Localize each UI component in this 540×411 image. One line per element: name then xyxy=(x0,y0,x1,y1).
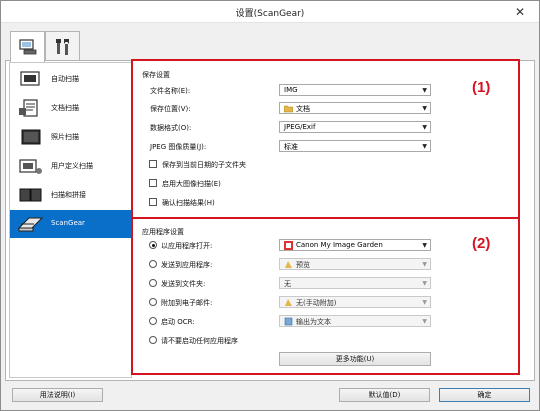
chevron-down-icon[interactable]: ▼ xyxy=(422,242,427,249)
title-bar: 设置(ScanGear) ✕ xyxy=(1,1,539,23)
send-to-folder-radio[interactable] xyxy=(149,279,157,287)
start-ocr-label: 启动 OCR: xyxy=(161,318,195,326)
application-settings-group: 应用程序设置 (2) 以应用程序打开: Canon My Image Garde… xyxy=(131,217,520,375)
subfolder-date-label: 保存到当前日期的子文件夹 xyxy=(162,161,246,169)
sidebar-item-custom-scan[interactable]: 用户定义扫描 xyxy=(10,152,131,180)
send-to-app-label: 发送到应用程序: xyxy=(161,261,213,269)
jpeg-quality-label: JPEG 图像质量(J): xyxy=(150,143,207,151)
data-format-value: JPEG/Exif xyxy=(284,123,316,131)
chevron-down-icon[interactable]: ▼ xyxy=(422,261,427,268)
sidebar-item-label: 扫描和拼接 xyxy=(51,191,86,199)
chevron-down-icon[interactable]: ▼ xyxy=(422,105,427,112)
file-name-value: IMG xyxy=(284,86,298,94)
more-functions-button[interactable]: 更多功能(U) xyxy=(279,352,431,366)
folder-icon xyxy=(284,105,293,113)
chevron-down-icon[interactable]: ▼ xyxy=(422,299,427,306)
tab-scan-settings[interactable] xyxy=(10,31,45,62)
defaults-button[interactable]: 默认值(D) xyxy=(339,388,430,402)
application-settings-title: 应用程序设置 xyxy=(142,228,184,236)
save-in-value: 文档 xyxy=(296,105,310,113)
scan-stitch-icon xyxy=(19,188,42,202)
instructions-button[interactable]: 用法说明(I) xyxy=(12,388,103,402)
attach-email-label: 附加到电子邮件: xyxy=(161,299,213,307)
sidebar-item-label: 用户定义扫描 xyxy=(51,162,93,170)
confirm-results-checkbox[interactable] xyxy=(149,198,157,206)
tab-strip xyxy=(10,31,80,62)
chevron-down-icon[interactable]: ▼ xyxy=(422,318,427,325)
document-scan-icon xyxy=(19,99,38,117)
save-settings-group: 保存设置 (1) 文件名称(E): IMG ▼ 保存位置(V): 文档 ▼ 数据… xyxy=(131,59,520,219)
settings-window: 设置(ScanGear) ✕ 自动扫描 文档扫描 照片扫描 用户定义扫描 扫描和… xyxy=(0,0,540,411)
attach-email-radio[interactable] xyxy=(149,298,157,306)
sidebar-item-photo-scan[interactable]: 照片扫描 xyxy=(10,123,131,151)
send-to-app-radio[interactable] xyxy=(149,260,157,268)
tools-icon xyxy=(56,39,69,55)
sidebar-item-label: 自动扫描 xyxy=(51,75,79,83)
chevron-down-icon[interactable]: ▼ xyxy=(422,124,427,131)
no-app-radio[interactable] xyxy=(149,336,157,344)
ok-button[interactable]: 确定 xyxy=(439,388,530,402)
custom-scan-icon xyxy=(19,159,42,174)
ocr-output-icon xyxy=(284,317,293,326)
start-ocr-radio[interactable] xyxy=(149,317,157,325)
sidebar-item-auto-scan[interactable]: 自动扫描 xyxy=(10,65,131,93)
save-in-combo[interactable]: 文档 ▼ xyxy=(279,102,431,114)
jpeg-quality-value: 标准 xyxy=(284,143,298,151)
subfolder-date-checkbox[interactable] xyxy=(149,160,157,168)
large-image-label: 启用大图像扫描(E) xyxy=(162,180,221,188)
data-format-label: 数据格式(O): xyxy=(150,124,192,132)
preview-app-icon xyxy=(285,261,292,268)
callout-marker-2: (2) xyxy=(472,235,491,252)
canon-app-icon xyxy=(284,241,293,250)
sidebar-item-document-scan[interactable]: 文档扫描 xyxy=(10,94,131,122)
chevron-down-icon[interactable]: ▼ xyxy=(422,87,427,94)
sidebar-item-scangear[interactable]: ScanGear xyxy=(10,210,131,238)
chevron-down-icon[interactable]: ▼ xyxy=(422,280,427,287)
file-name-label: 文件名称(E): xyxy=(150,87,191,95)
data-format-combo[interactable]: JPEG/Exif ▼ xyxy=(279,121,431,133)
mail-app-icon xyxy=(285,299,292,306)
send-to-folder-value: 无 xyxy=(284,280,291,288)
window-title: 设置(ScanGear) xyxy=(235,9,305,19)
scan-mode-list: 自动扫描 文档扫描 照片扫描 用户定义扫描 扫描和拼接 ScanGear xyxy=(9,62,132,378)
sidebar-item-scan-stitch[interactable]: 扫描和拼接 xyxy=(10,181,131,209)
jpeg-quality-combo[interactable]: 标准 ▼ xyxy=(279,140,431,152)
callout-marker-1: (1) xyxy=(472,79,491,96)
open-with-app-label: 以应用程序打开: xyxy=(161,242,213,250)
sidebar-item-label: 文档扫描 xyxy=(51,104,79,112)
open-with-app-value: Canon My Image Garden xyxy=(296,241,383,249)
send-to-folder-label: 发送到文件夹: xyxy=(161,280,206,288)
tab-general-settings[interactable] xyxy=(45,31,80,61)
save-in-label: 保存位置(V): xyxy=(150,105,191,113)
send-to-app-value: 预览 xyxy=(296,261,310,269)
save-settings-title: 保存设置 xyxy=(142,71,170,79)
large-image-checkbox[interactable] xyxy=(149,179,157,187)
photo-scan-icon xyxy=(21,129,41,145)
scan-settings-icon xyxy=(19,39,37,55)
open-with-app-combo[interactable]: Canon My Image Garden ▼ xyxy=(279,239,431,251)
sidebar-item-label: ScanGear xyxy=(51,219,85,227)
attach-email-combo[interactable]: 无(手动附加) ▼ xyxy=(279,296,431,308)
start-ocr-value: 输出为文本 xyxy=(296,318,331,326)
close-icon[interactable]: ✕ xyxy=(509,4,531,20)
attach-email-value: 无(手动附加) xyxy=(296,299,337,307)
chevron-down-icon[interactable]: ▼ xyxy=(422,143,427,150)
file-name-combo[interactable]: IMG ▼ xyxy=(279,84,431,96)
open-with-app-radio[interactable] xyxy=(149,241,157,249)
sidebar-item-label: 照片扫描 xyxy=(51,133,79,141)
scangear-icon xyxy=(17,217,44,232)
send-to-app-combo[interactable]: 预览 ▼ xyxy=(279,258,431,270)
confirm-results-label: 确认扫描结果(H) xyxy=(162,199,215,207)
send-to-folder-combo[interactable]: 无 ▼ xyxy=(279,277,431,289)
no-app-label: 请不要启动任何应用程序 xyxy=(161,337,238,345)
start-ocr-combo[interactable]: 输出为文本 ▼ xyxy=(279,315,431,327)
auto-scan-icon xyxy=(20,71,40,86)
